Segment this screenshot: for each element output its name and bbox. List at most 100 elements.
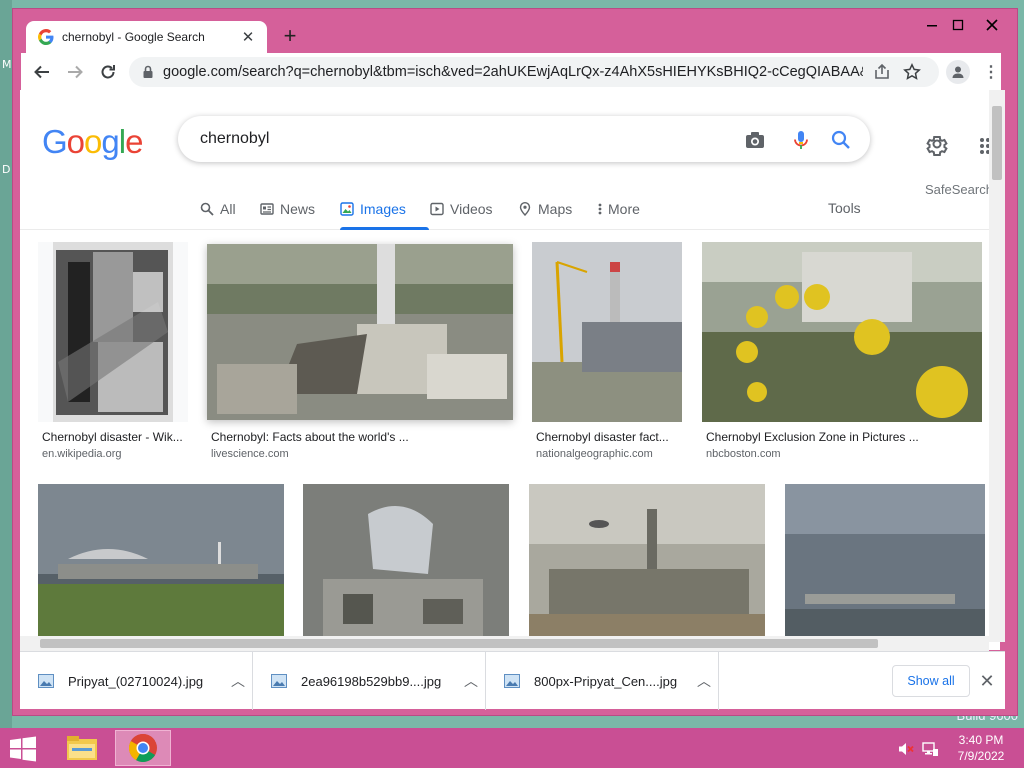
reload-icon <box>101 65 115 79</box>
download-filename: 2ea96198b529bb9....jpg <box>301 673 442 689</box>
browser-toolbar: google.com/search?q=chernobyl&tbm=isch&v… <box>21 53 1001 91</box>
chevron-up-icon[interactable]: ︿ <box>228 671 248 691</box>
logo-letter: g <box>101 123 119 160</box>
download-item[interactable]: 800px-Pripyat_Cen....jpg ︿ <box>486 652 719 710</box>
result-title: Chernobyl: Facts about the world's ... <box>211 430 409 444</box>
image-result[interactable]: Chernobyl disaster fact... nationalgeogr… <box>532 240 682 466</box>
lock-icon <box>143 65 153 78</box>
image-thumbnail <box>785 484 985 650</box>
settings-gear-icon[interactable] <box>925 134 949 158</box>
browser-menu-icon[interactable]: ⋮ <box>983 61 999 83</box>
network-icon[interactable] <box>921 740 939 758</box>
image-result[interactable]: Chernobyl Exclusion Zone in Pictures ...… <box>702 240 982 466</box>
image-file-icon <box>504 674 520 688</box>
search-box[interactable]: chernobyl <box>178 116 870 162</box>
result-title: Chernobyl disaster - Wik... <box>42 430 183 444</box>
logo-letter: G <box>42 123 68 160</box>
profile-avatar-icon[interactable] <box>946 60 970 84</box>
download-bar: Pripyat_(02710024).jpg ︿ 2ea96198b529bb9… <box>20 651 1005 710</box>
image-result[interactable] <box>529 482 765 650</box>
image-thumbnail <box>529 484 765 650</box>
forward-arrow-icon <box>68 65 83 79</box>
tab-news-label: News <box>280 201 316 217</box>
tab-news[interactable]: News <box>260 198 315 220</box>
tab-videos-label: Videos <box>450 201 493 217</box>
desktop-glyph: M <box>2 58 12 71</box>
chrome-taskbar-icon[interactable] <box>115 730 171 766</box>
forward-button[interactable] <box>60 57 90 87</box>
windows-start-icon[interactable] <box>8 736 38 762</box>
new-tab-button[interactable]: + <box>279 25 301 49</box>
system-clock[interactable]: 3:40 PM 7/9/2022 <box>946 732 1016 764</box>
logo-letter: o <box>66 123 85 160</box>
maximize-button[interactable] <box>943 13 973 37</box>
google-logo[interactable]: Google <box>42 123 143 161</box>
active-tab-indicator <box>340 227 429 230</box>
search-page: Google chernobyl SafeSearch All News Ima… <box>20 90 1000 650</box>
desktop-edge <box>0 0 12 730</box>
tab-all[interactable]: All <box>200 198 236 220</box>
back-button[interactable] <box>27 57 57 87</box>
tab-images[interactable]: Images <box>340 198 406 220</box>
speaker-muted-icon[interactable] <box>897 740 915 758</box>
search-icon[interactable] <box>830 129 852 151</box>
browser-tab[interactable]: chernobyl - Google Search ✕ <box>26 21 267 53</box>
video-icon <box>430 202 444 216</box>
image-file-icon <box>271 674 287 688</box>
image-result[interactable]: Chernobyl: Facts about the world's ... l… <box>207 240 513 466</box>
tab-close-icon[interactable]: ✕ <box>239 28 257 46</box>
tab-title: chernobyl - Google Search <box>62 30 205 44</box>
image-thumbnail <box>303 484 509 650</box>
tab-videos[interactable]: Videos <box>430 198 493 220</box>
result-title: Chernobyl Exclusion Zone in Pictures ... <box>706 430 919 444</box>
horizontal-scroll-thumb[interactable] <box>40 639 878 648</box>
result-title: Chernobyl disaster fact... <box>536 430 669 444</box>
image-result[interactable] <box>785 482 985 650</box>
logo-letter: o <box>84 123 102 160</box>
desktop-glyph: D <box>2 163 11 176</box>
image-file-icon <box>38 674 54 688</box>
search-tabs: All News Images Videos Maps More Tools <box>20 190 1000 230</box>
logo-letter: e <box>125 123 143 160</box>
clock-time: 3:40 PM <box>958 733 1004 747</box>
image-result[interactable] <box>38 482 284 650</box>
address-bar[interactable]: google.com/search?q=chernobyl&tbm=isch&v… <box>129 57 939 87</box>
tab-images-label: Images <box>360 201 406 217</box>
result-source: nbcboston.com <box>706 448 781 460</box>
share-icon[interactable] <box>873 63 891 81</box>
show-all-button[interactable]: Show all <box>892 665 970 697</box>
tab-more[interactable]: More <box>596 198 640 220</box>
kebab-icon <box>598 203 602 215</box>
download-item[interactable]: 2ea96198b529bb9....jpg ︿ <box>253 652 486 710</box>
search-icon <box>200 202 214 216</box>
image-thumbnail <box>702 242 982 422</box>
image-thumbnail <box>38 484 284 650</box>
tab-all-label: All <box>220 201 236 217</box>
image-thumbnail <box>207 244 513 420</box>
reload-button[interactable] <box>93 57 123 87</box>
image-result[interactable] <box>303 482 509 650</box>
bookmark-star-icon[interactable] <box>903 63 921 81</box>
url-text: google.com/search?q=chernobyl&tbm=isch&v… <box>163 64 863 80</box>
horizontal-scrollbar[interactable] <box>20 636 989 651</box>
download-filename: Pripyat_(02710024).jpg <box>68 673 204 689</box>
download-item[interactable]: Pripyat_(02710024).jpg ︿ <box>20 652 253 710</box>
image-result[interactable]: Chernobyl disaster - Wik... en.wikipedia… <box>38 240 188 466</box>
chevron-up-icon[interactable]: ︿ <box>694 671 714 691</box>
chevron-up-icon[interactable]: ︿ <box>461 671 481 691</box>
vertical-scroll-thumb[interactable] <box>992 106 1002 180</box>
close-download-bar-icon[interactable]: ✕ <box>978 672 996 690</box>
title-bar: chernobyl - Google Search ✕ + <box>13 9 1017 53</box>
tab-maps[interactable]: Maps <box>518 198 572 220</box>
file-explorer-taskbar-icon[interactable] <box>54 730 110 766</box>
vertical-scrollbar[interactable] <box>989 90 1005 642</box>
close-window-button[interactable] <box>973 13 1011 37</box>
images-icon <box>340 202 354 216</box>
result-source: livescience.com <box>211 448 289 460</box>
download-filename: 800px-Pripyat_Cen....jpg <box>534 673 678 689</box>
result-source: nationalgeographic.com <box>536 448 653 460</box>
image-thumbnail <box>532 242 682 422</box>
camera-icon[interactable] <box>744 129 766 151</box>
tools-button[interactable]: Tools <box>828 200 861 216</box>
microphone-icon[interactable] <box>790 129 812 151</box>
